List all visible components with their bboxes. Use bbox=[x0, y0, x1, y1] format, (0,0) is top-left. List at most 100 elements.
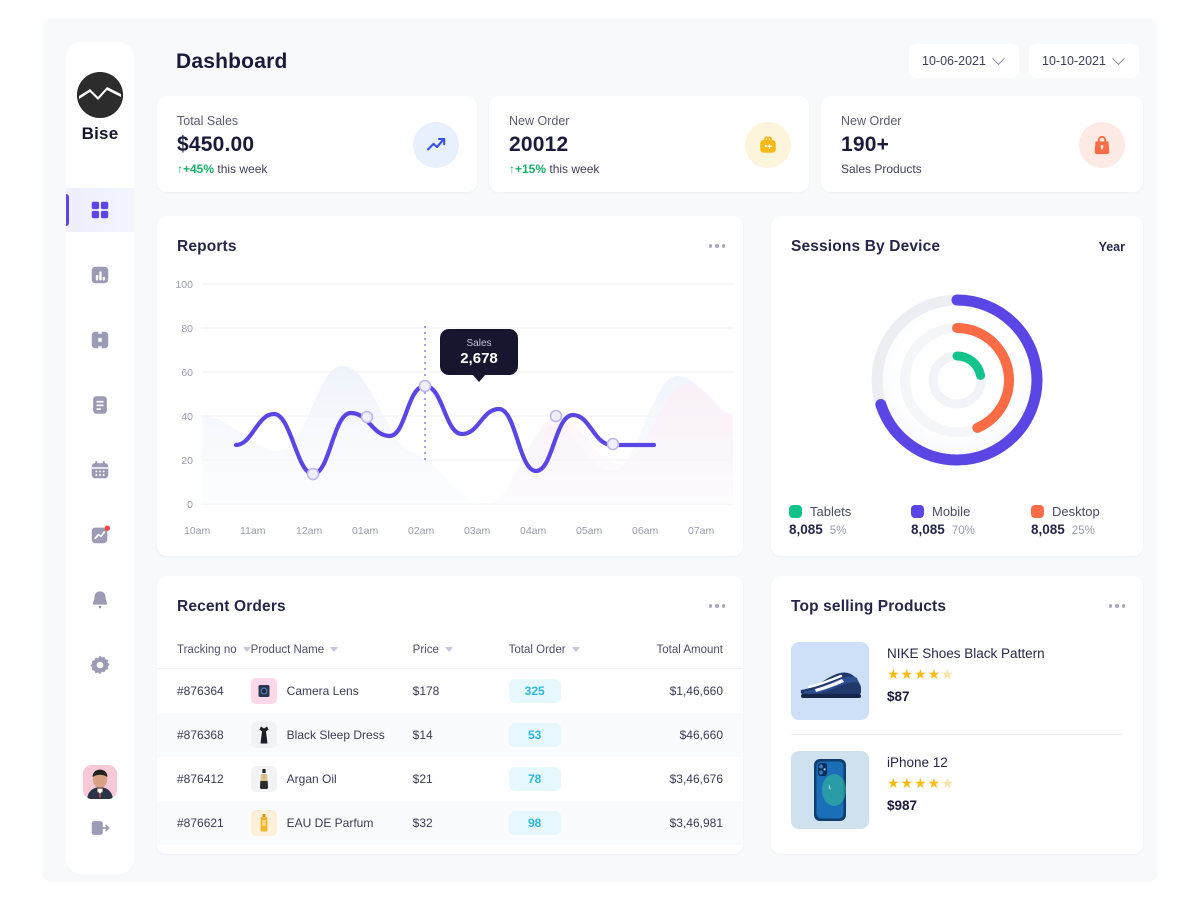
logout-icon[interactable] bbox=[89, 817, 111, 844]
chevron-down-icon bbox=[1112, 51, 1125, 65]
cell-tracking: #876412 bbox=[177, 771, 224, 786]
order-count-badge: 98 bbox=[508, 810, 561, 835]
svg-text:100: 100 bbox=[175, 279, 193, 291]
chart-x-axis: 10am 11am 12am 01am 02am 03am 04am 05am … bbox=[184, 525, 715, 537]
cell-total-amount: $3,46,981 bbox=[669, 815, 723, 830]
argan-oil-thumb bbox=[250, 765, 277, 792]
rating-stars: ★★★★★ bbox=[887, 775, 955, 791]
column-header-total-amount: Total Amount bbox=[656, 644, 723, 656]
orders-table-head: Tracking no Product Name Price Total Ord… bbox=[157, 634, 743, 669]
date-from-picker[interactable]: 10-06-2021 bbox=[909, 44, 1019, 78]
sidebar-item-dashboard[interactable] bbox=[66, 188, 134, 232]
recent-orders-panel: Recent Orders Tracking no Product Name P… bbox=[157, 576, 743, 854]
product-name: Argan Oil bbox=[286, 771, 337, 786]
sidebar-item-components[interactable] bbox=[66, 318, 134, 362]
svg-text:12am: 12am bbox=[296, 525, 323, 537]
legend-item-desktop: Desktop 8,085 25% bbox=[1031, 504, 1143, 537]
black-dress-thumb bbox=[250, 721, 277, 748]
list-item[interactable]: iPhone 12 ★★★★★ $987 bbox=[791, 734, 1123, 843]
table-row[interactable]: #876368 Black Sleep Dress $14 53 $46,660 bbox=[157, 712, 743, 757]
stat-card-new-order: New Order 20012 ↑+15% this week bbox=[489, 96, 809, 192]
sidebar-item-analytics[interactable] bbox=[66, 253, 134, 297]
sidebar-nav bbox=[66, 188, 134, 687]
sidebar-item-settings[interactable] bbox=[66, 643, 134, 687]
calendar-icon bbox=[91, 460, 109, 479]
column-header-total-order[interactable]: Total Order bbox=[509, 634, 627, 669]
reports-title: Reports bbox=[177, 238, 237, 255]
legend-label: Tablets bbox=[810, 504, 852, 519]
legend-percent: 70% bbox=[951, 525, 975, 537]
sessions-title: Sessions By Device bbox=[791, 238, 941, 255]
reports-more-options-icon[interactable] bbox=[708, 244, 725, 248]
cell-product: Black Sleep Dress bbox=[250, 713, 413, 757]
orders-title: Recent Orders bbox=[177, 598, 286, 615]
gear-icon bbox=[90, 655, 110, 675]
product-price: $87 bbox=[887, 689, 910, 704]
svg-text:07am: 07am bbox=[688, 525, 715, 537]
order-count-badge: 325 bbox=[508, 678, 561, 703]
date-to-picker[interactable]: 10-10-2021 bbox=[1029, 44, 1139, 78]
top-selling-title: Top selling Products bbox=[791, 598, 947, 615]
puzzle-icon bbox=[91, 330, 109, 350]
list-item[interactable]: NIKE Shoes Black Pattern ★★★★★ $87 bbox=[791, 632, 1123, 734]
cell-product: Camera Lens bbox=[250, 669, 413, 713]
stat-card-total-sales: Total Sales $450.00 ↑+45% this week bbox=[157, 96, 477, 192]
product-name: iPhone 12 bbox=[887, 755, 948, 770]
date-from-value: 10-06-2021 bbox=[922, 54, 986, 68]
brand-logo-icon bbox=[77, 72, 123, 118]
column-header-product[interactable]: Product Name bbox=[251, 634, 413, 669]
sort-icon bbox=[242, 647, 251, 653]
cell-tracking: #876368 bbox=[177, 727, 224, 742]
stat-delta: ↑+15% this week bbox=[509, 162, 789, 176]
legend-color-swatch bbox=[789, 505, 802, 518]
svg-text:06am: 06am bbox=[632, 525, 659, 537]
cell-price: $178 bbox=[412, 683, 440, 698]
orders-more-options-icon[interactable] bbox=[708, 604, 725, 608]
cell-price: $14 bbox=[412, 727, 433, 742]
shopping-bag-icon bbox=[1079, 122, 1125, 168]
brand: Bise bbox=[77, 72, 123, 144]
legend-value: 8,085 bbox=[789, 522, 823, 537]
legend-percent: 25% bbox=[1071, 525, 1095, 537]
column-header-price[interactable]: Price bbox=[413, 634, 509, 669]
sidebar-item-notifications[interactable] bbox=[66, 578, 134, 622]
app-root: Bise Dashboard 10-06-2021 10-10-2021 Tot… bbox=[42, 18, 1158, 882]
orders-table-body: #876364 Camera Lens $178 325 $1,46,660 #… bbox=[157, 669, 743, 845]
date-to-value: 10-10-2021 bbox=[1042, 54, 1106, 68]
svg-text:04am: 04am bbox=[520, 525, 547, 537]
sort-icon bbox=[571, 647, 580, 653]
cell-product: EAU DE Parfum bbox=[250, 801, 413, 845]
stat-delta-suffix: this week bbox=[546, 162, 600, 176]
legend-label: Mobile bbox=[932, 504, 971, 519]
cell-price: $21 bbox=[412, 771, 433, 786]
cell-total-order: 98 bbox=[508, 801, 627, 845]
table-row[interactable]: #876364 Camera Lens $178 325 $1,46,660 bbox=[157, 669, 743, 713]
product-price: $987 bbox=[887, 798, 918, 813]
sidebar-item-documents[interactable] bbox=[66, 383, 134, 427]
chart-tooltip: Sales 2,678 bbox=[440, 329, 518, 375]
legend-percent: 5% bbox=[829, 525, 847, 537]
cell-product: Argan Oil bbox=[250, 757, 413, 801]
user-avatar[interactable] bbox=[83, 765, 117, 799]
table-row[interactable]: #876621 EAU DE Parfum $32 98 $3,46,981 bbox=[157, 800, 743, 845]
order-count-badge: 53 bbox=[508, 722, 561, 747]
rating-stars: ★★★★★ bbox=[887, 666, 955, 682]
order-count-badge: 78 bbox=[508, 766, 561, 791]
top-selling-more-options-icon[interactable] bbox=[1108, 604, 1125, 608]
sort-icon bbox=[330, 647, 339, 653]
svg-text:03am: 03am bbox=[464, 525, 491, 537]
sessions-period-selector[interactable]: Year bbox=[1099, 240, 1125, 254]
svg-text:80: 80 bbox=[181, 323, 193, 335]
trend-icon bbox=[91, 525, 111, 544]
column-header-tracking[interactable]: Tracking no bbox=[157, 634, 251, 669]
product-name: Camera Lens bbox=[286, 683, 359, 698]
stat-label: New Order bbox=[841, 114, 902, 128]
trending-up-icon bbox=[413, 122, 459, 168]
legend-color-swatch bbox=[911, 505, 924, 518]
table-row[interactable]: #876412 Argan Oil $21 78 $3,46,676 bbox=[157, 757, 743, 801]
svg-text:0: 0 bbox=[187, 499, 193, 511]
sidebar-item-reports[interactable] bbox=[66, 513, 134, 557]
sidebar-item-calendar[interactable] bbox=[66, 448, 134, 492]
svg-text:20: 20 bbox=[181, 455, 193, 467]
tooltip-label: Sales bbox=[466, 337, 492, 349]
